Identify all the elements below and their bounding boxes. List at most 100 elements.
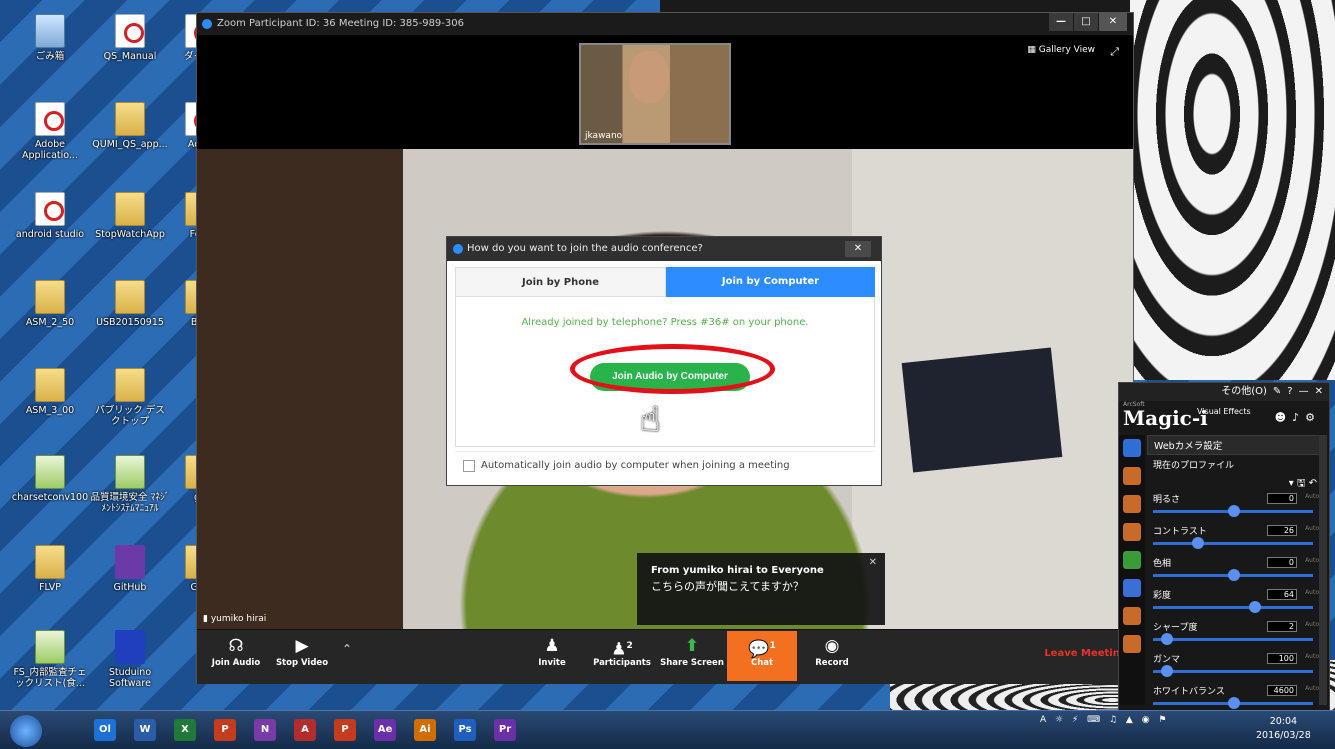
- slider-knob[interactable]: [1161, 665, 1173, 677]
- desktop-icon-label: USB20150915: [96, 317, 164, 328]
- avatar-icon[interactable]: [1123, 579, 1141, 597]
- close-button[interactable]: ✕: [1099, 13, 1127, 31]
- desktop-icon[interactable]: FLVP: [10, 545, 90, 593]
- slider-value[interactable]: 4600: [1267, 685, 1297, 696]
- slider-value[interactable]: 0: [1267, 557, 1297, 568]
- record-button[interactable]: ◉ Record: [797, 634, 867, 668]
- desktop-icon[interactable]: Studuino Software: [90, 630, 170, 689]
- auto-checkbox[interactable]: Auto: [1305, 493, 1319, 500]
- slider-knob[interactable]: [1228, 505, 1240, 517]
- pdf-icon: [35, 102, 65, 136]
- frame-icon[interactable]: [1123, 551, 1141, 569]
- desktop-icon-label: パブリック デス クトップ: [95, 405, 165, 427]
- mask-icon[interactable]: [1123, 607, 1141, 625]
- taskbar-app-icon[interactable]: X: [174, 719, 196, 741]
- desktop-icon[interactable]: ASM_2_50: [10, 280, 90, 328]
- magic-i-menu[interactable]: その他(O): [1221, 383, 1267, 401]
- taskbar-app-icon[interactable]: Ai: [414, 719, 436, 741]
- desktop-icon[interactable]: StopWatchApp: [90, 192, 170, 240]
- desktop-icon[interactable]: ASM_3_00: [10, 368, 90, 416]
- desktop-icon[interactable]: QS_Manual: [90, 14, 170, 62]
- slider-knob[interactable]: [1161, 633, 1173, 645]
- taskbar-app-icon[interactable]: P: [334, 719, 356, 741]
- desktop-icon[interactable]: android studio: [10, 192, 90, 240]
- webcam-settings-header[interactable]: Webカメラ設定: [1147, 435, 1323, 455]
- invite-button[interactable]: ♟ Invite: [517, 634, 587, 668]
- chevron-up-icon[interactable]: ⌃: [342, 642, 352, 656]
- auto-checkbox[interactable]: Auto: [1305, 525, 1319, 532]
- desktop-icon[interactable]: USB20150915: [90, 280, 170, 328]
- taskbar-app-icon[interactable]: Pr: [494, 719, 516, 741]
- auto-join-option[interactable]: Automatically join audio by computer whe…: [455, 451, 875, 479]
- help-icon[interactable]: ?: [1287, 383, 1292, 401]
- start-button[interactable]: [10, 715, 42, 747]
- desktop-icon[interactable]: ごみ箱: [10, 14, 90, 62]
- desktop-icon[interactable]: パブリック デス クトップ: [90, 368, 170, 427]
- pin-icon[interactable]: ✎: [1273, 383, 1281, 401]
- stop-video-button[interactable]: ▶ Stop Video: [267, 634, 337, 668]
- magic-i-tool-icons[interactable]: ☻♪⚙: [1275, 411, 1321, 424]
- participants-button[interactable]: ♟2 Participants: [587, 634, 657, 668]
- slider-value[interactable]: 64: [1267, 589, 1297, 600]
- slider-value[interactable]: 2: [1267, 621, 1297, 632]
- taskbar-app-icon[interactable]: W: [134, 719, 156, 741]
- desktop-icon[interactable]: FS_内部監査チェ ックリスト(食...: [10, 630, 90, 689]
- taskbar-app-icon[interactable]: P: [214, 719, 236, 741]
- slider-track[interactable]: [1153, 638, 1313, 641]
- chat-button[interactable]: 💬1 Chat: [727, 631, 797, 681]
- share-screen-button[interactable]: ⬆ Share Screen: [657, 634, 727, 668]
- auto-checkbox[interactable]: Auto: [1305, 557, 1319, 564]
- tab-join-by-phone[interactable]: Join by Phone: [455, 267, 666, 297]
- bin-icon: [35, 14, 65, 48]
- clock[interactable]: 20:04 2016/03/28: [1256, 715, 1311, 743]
- maximize-button[interactable]: □: [1074, 13, 1098, 31]
- auto-checkbox[interactable]: Auto: [1305, 589, 1319, 596]
- dialog-close-button[interactable]: ✕: [845, 241, 871, 257]
- scrollbar[interactable]: [1319, 435, 1327, 705]
- desktop-icon[interactable]: Adobe Applicatio...: [10, 102, 90, 161]
- auto-checkbox[interactable]: Auto: [1305, 621, 1319, 628]
- hand-icon[interactable]: [1123, 495, 1141, 513]
- dialog-title-bar[interactable]: How do you want to join the audio confer…: [447, 237, 881, 261]
- join-audio-button[interactable]: ☊ Join Audio: [201, 634, 271, 668]
- slider-value[interactable]: 100: [1267, 653, 1297, 664]
- slider-value[interactable]: 0: [1267, 493, 1297, 504]
- gallery-view-button[interactable]: ▦ Gallery View: [1027, 45, 1095, 55]
- taskbar-app-icon[interactable]: N: [254, 719, 276, 741]
- leave-meeting-button[interactable]: Leave Meeting: [1044, 648, 1127, 659]
- slider-knob[interactable]: [1249, 601, 1261, 613]
- taskbar-app-icon[interactable]: Ae: [374, 719, 396, 741]
- taskbar-app-icon[interactable]: Ol: [94, 719, 116, 741]
- chat-notification[interactable]: ✕ From yumiko hirai to Everyone こちらの声が聞こ…: [637, 553, 885, 625]
- desktop-icon[interactable]: 品質環境安全 ﾏﾈｼﾞﾒﾝﾄｼｽﾃﾑﾏﾆｭｱﾙ: [90, 455, 170, 514]
- slider-track[interactable]: [1153, 606, 1313, 609]
- slider-value[interactable]: 26: [1267, 525, 1297, 536]
- auto-join-checkbox[interactable]: [463, 460, 475, 472]
- slider-track[interactable]: [1153, 670, 1313, 673]
- profile-controls[interactable]: ▾ 🖫 ↶: [1153, 476, 1317, 490]
- slider-knob[interactable]: [1192, 537, 1204, 549]
- slider-knob[interactable]: [1228, 697, 1240, 709]
- taskbar-app-icon[interactable]: Ps: [454, 719, 476, 741]
- auto-checkbox[interactable]: Auto: [1305, 685, 1319, 692]
- system-tray[interactable]: A ☼ ⚡ ⌨ ♫ ▲ ◉ ⚑: [1040, 715, 1169, 725]
- face-icon[interactable]: [1123, 467, 1141, 485]
- fullscreen-icon[interactable]: ⤢: [1110, 45, 1119, 59]
- search-icon[interactable]: [1123, 439, 1141, 457]
- slider-track[interactable]: [1153, 542, 1313, 545]
- tab-join-by-computer[interactable]: Join by Computer: [666, 267, 875, 297]
- participant-thumbnail[interactable]: jkawano: [579, 43, 731, 145]
- close-icon[interactable]: ✕: [1315, 383, 1323, 401]
- desktop-icon[interactable]: QUMI_QS_app...: [90, 102, 170, 150]
- auto-checkbox[interactable]: Auto: [1305, 653, 1319, 660]
- slider-knob[interactable]: [1228, 569, 1240, 581]
- desktop-icon[interactable]: GitHub: [90, 545, 170, 593]
- taskbar-app-icon[interactable]: A: [294, 719, 316, 741]
- minimize-icon[interactable]: —: [1299, 383, 1309, 401]
- zoom-title-bar[interactable]: Zoom Participant ID: 36 Meeting ID: 385-…: [197, 13, 1133, 35]
- scene-icon[interactable]: [1123, 635, 1141, 653]
- close-icon[interactable]: ✕: [869, 557, 877, 568]
- effect-icon[interactable]: [1123, 523, 1141, 541]
- minimize-button[interactable]: —: [1049, 13, 1073, 31]
- desktop-icon[interactable]: charsetconv100: [10, 455, 90, 503]
